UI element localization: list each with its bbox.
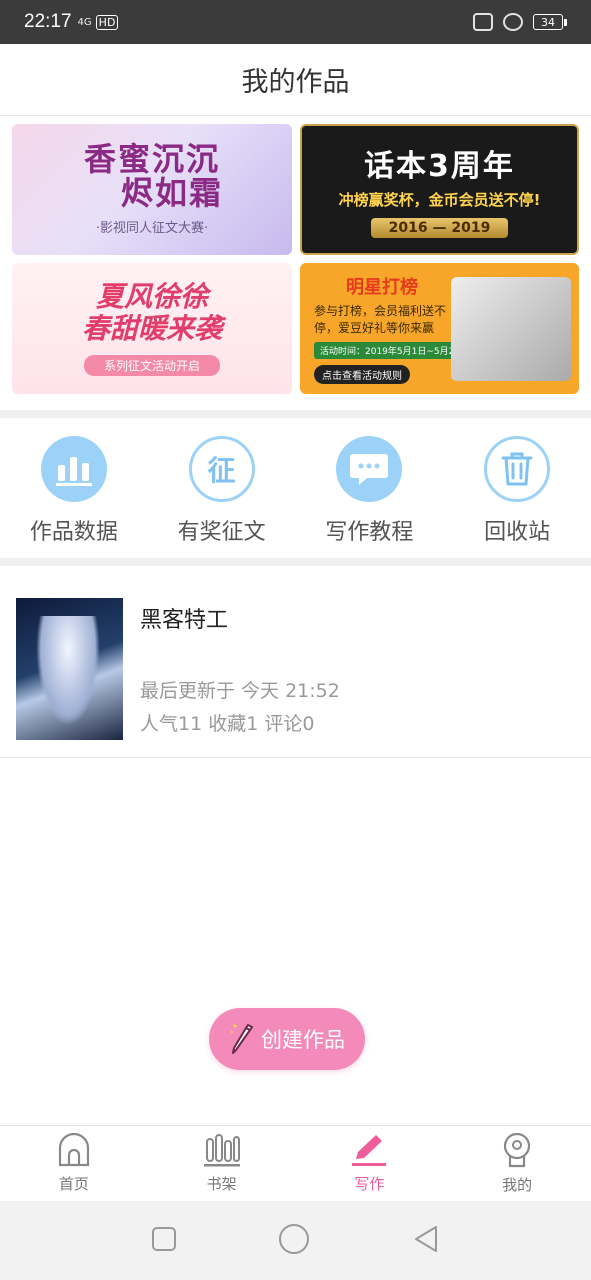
banner-anniversary[interactable]: 话本3周年 冲榜赢奖杯，金币会员送不停! 2016 — 2019 (300, 124, 579, 255)
tab-label: 我的 (502, 1176, 533, 1194)
work-updated-time: 最后更新于 今天 21:52 (140, 680, 340, 702)
quick-actions: 作品数据 征 有奖征文 写作教程 回收站 (0, 420, 591, 558)
divider (0, 410, 591, 418)
home-icon (57, 1132, 91, 1171)
trash-icon (484, 436, 551, 502)
pencil-icon (229, 1020, 255, 1059)
banner-grid: 香蜜沉沉 烬如霜 ·影视同人征文大赛· 话本3周年 冲榜赢奖杯，金币会员送不停!… (12, 124, 579, 396)
clock: 22:17 (24, 11, 72, 32)
banner-title-line2: 烬如霜 (120, 174, 223, 212)
banner-star-ranking[interactable]: 明星打榜 参与打榜，会员福利送不停，爱豆好礼等你来赢 活动时间：2019年5月1… (300, 263, 579, 394)
tab-label: 书架 (206, 1175, 237, 1193)
battery-level: 34 (533, 14, 563, 30)
contest-icon: 征 (188, 436, 255, 502)
quick-action-label: 回收站 (484, 520, 551, 545)
network-type: 4G (77, 16, 92, 28)
banner-title: 话本3周年 (364, 149, 515, 184)
create-work-button[interactable]: 创建作品 (209, 1008, 365, 1070)
banner-title-line2: 春甜暖来袭 (81, 312, 222, 345)
pencil-icon (350, 1133, 388, 1171)
tab-label: 写作 (354, 1175, 385, 1193)
banner-title: 明星打榜 (346, 276, 418, 298)
back-button[interactable] (412, 1224, 440, 1258)
banner-subtitle: 冲榜赢奖杯，金币会员送不停! (338, 191, 541, 209)
hd-badge: HD (95, 14, 119, 30)
work-cover-image (16, 598, 123, 740)
profile-icon (500, 1132, 534, 1172)
header: 我的作品 (0, 44, 591, 116)
banner-subtitle: ·影视同人征文大赛· (95, 220, 209, 236)
tab-bookshelf[interactable]: 书架 (148, 1126, 296, 1201)
tab-home[interactable]: 首页 (0, 1126, 148, 1201)
banner-summer-contest[interactable]: 夏风徐徐 春甜暖来袭 系列征文活动开启 (12, 263, 292, 394)
quick-action-label: 有奖征文 (177, 520, 266, 545)
vibrate-icon (473, 13, 493, 31)
quick-action-recycle-bin[interactable]: 回收站 (447, 436, 587, 546)
system-nav-bar (0, 1201, 591, 1280)
lock-icon (503, 13, 523, 31)
banner-subtitle: 系列征文活动开启 (83, 355, 220, 377)
battery-icon: 34 (533, 14, 567, 30)
home-button[interactable] (278, 1223, 310, 1259)
quick-action-work-data[interactable]: 作品数据 (4, 436, 144, 546)
banner-xiangmi-contest[interactable]: 香蜜沉沉 烬如霜 ·影视同人征文大赛· (12, 124, 292, 255)
work-stats: 人气11 收藏1 评论0 (140, 713, 315, 735)
status-bar: 22:17 4G HD 34 (0, 0, 591, 44)
quick-action-contest[interactable]: 征 有奖征文 (152, 436, 292, 546)
bookshelf-icon (203, 1133, 241, 1171)
page-title: 我的作品 (241, 67, 350, 98)
create-work-label: 创建作品 (261, 1028, 345, 1052)
tab-profile[interactable]: 我的 (443, 1126, 591, 1201)
banner-description: 参与打榜，会员福利送不停，爱豆好礼等你来赢 (314, 303, 447, 335)
banner-title-line1: 夏风徐徐 (95, 279, 208, 313)
merch-image (451, 277, 571, 381)
bottom-tab-bar: 首页 书架 写作 我的 (0, 1125, 591, 1201)
bar-chart-icon (40, 436, 107, 502)
quick-action-label: 作品数据 (29, 520, 118, 545)
tab-write[interactable]: 写作 (296, 1126, 444, 1201)
banner-years: 2016 — 2019 (370, 218, 509, 238)
divider (0, 558, 591, 566)
quick-action-label: 写作教程 (325, 520, 414, 545)
work-item[interactable]: 黑客特工 最后更新于 今天 21:52 人气11 收藏1 评论0 (0, 582, 591, 758)
recents-button[interactable] (151, 1226, 177, 1256)
tab-label: 首页 (58, 1175, 89, 1193)
banner-cta: 点击查看活动规则 (314, 365, 410, 385)
chat-bubble-icon (336, 436, 403, 502)
quick-action-tutorial[interactable]: 写作教程 (299, 436, 439, 546)
banner-title-line1: 香蜜沉沉 (83, 140, 220, 179)
work-title: 黑客特工 (140, 608, 229, 633)
